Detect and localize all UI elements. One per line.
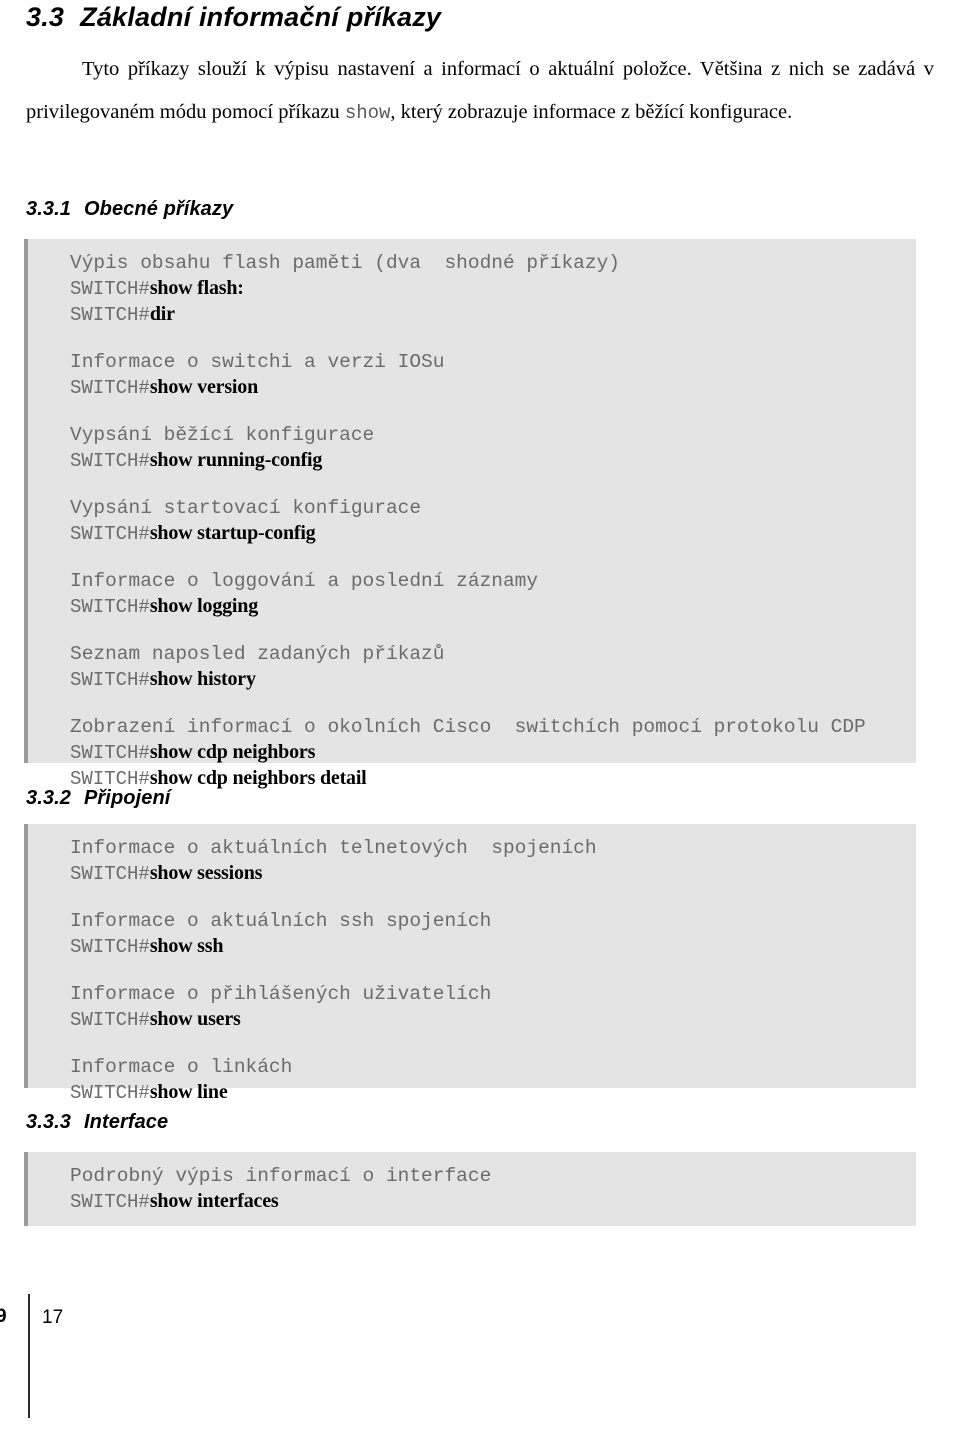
page-title-text: Základní informační příkazy	[80, 2, 442, 32]
command-line: SWITCH#show logging	[70, 594, 916, 620]
command-text: show ssh	[149, 935, 224, 957]
command-prompt: SWITCH#	[70, 669, 150, 691]
section-number-332: 3.3.2	[26, 787, 71, 809]
command-text: dir	[149, 303, 175, 325]
command-group: Seznam naposled zadaných příkazů SWITCH#…	[70, 642, 916, 693]
command-line: SWITCH#show ssh	[70, 934, 916, 960]
command-group: Informace o loggování a poslední záznamy…	[70, 569, 916, 620]
command-comment: Vypsání startovací konfigurace	[70, 497, 422, 519]
command-line: SWITCH#show interfaces	[70, 1189, 916, 1215]
command-prompt: SWITCH#	[70, 377, 150, 399]
command-group: Informace o aktuálních ssh spojeních SWI…	[70, 909, 916, 960]
command-text: show cdp neighbors	[149, 741, 316, 763]
command-text: show cdp neighbors detail	[149, 767, 367, 789]
command-prompt: SWITCH#	[70, 450, 150, 472]
command-group: Vypsání startovací konfigurace SWITCH#sh…	[70, 496, 916, 547]
code-block-connections: Informace o aktuálních telnetových spoje…	[24, 824, 916, 1104]
command-line: SWITCH#show startup-config	[70, 521, 916, 547]
footer-page-number: 17	[42, 1307, 64, 1328]
command-text: show users	[149, 1008, 241, 1030]
command-comment: Seznam naposled zadaných příkazů	[70, 643, 445, 665]
section-title-331: Obecné příkazy	[83, 198, 234, 220]
footer-divider	[28, 1294, 30, 1418]
code-block-interface: Podrobný výpis informací o interface SWI…	[24, 1152, 916, 1226]
command-group: Výpis obsahu flash paměti (dva shodné př…	[70, 251, 916, 328]
section-heading-332: 3.3.2 Připojení	[26, 787, 170, 810]
command-comment: Vypsání běžící konfigurace	[70, 424, 375, 446]
command-prompt: SWITCH#	[70, 1082, 150, 1104]
command-line: SWITCH#show flash:	[70, 276, 916, 302]
command-comment: Zobrazení informací o okolních Cisco swi…	[70, 716, 866, 738]
command-text: show history	[149, 668, 256, 690]
section-number-333: 3.3.3	[26, 1111, 71, 1133]
page-title-number: 3.3	[26, 2, 65, 32]
command-comment: Informace o loggování a poslední záznamy	[70, 570, 539, 592]
command-text: show interfaces	[149, 1190, 279, 1212]
section-number-331: 3.3.1	[26, 198, 71, 220]
command-group: Vypsání běžící konfigurace SWITCH#show r…	[70, 423, 916, 474]
command-text: show version	[149, 376, 258, 398]
command-line: SWITCH#show cdp neighbors	[70, 740, 916, 766]
section-title-333: Interface	[83, 1111, 169, 1133]
code-block-general-commands: Výpis obsahu flash paměti (dva shodné př…	[24, 239, 916, 790]
command-line: SWITCH#show version	[70, 375, 916, 401]
command-line: SWITCH#show users	[70, 1007, 916, 1033]
command-comment: Informace o aktuálních telnetových spoje…	[70, 837, 597, 859]
command-group: Informace o aktuálních telnetových spoje…	[70, 836, 916, 887]
command-text: show running-config	[149, 449, 323, 471]
command-text: show logging	[149, 595, 259, 617]
command-line: SWITCH#show running-config	[70, 448, 916, 474]
command-group: Podrobný výpis informací o interface SWI…	[70, 1164, 916, 1215]
intro-paragraph: Tyto příkazy slouží k výpisu nastavení a…	[26, 48, 934, 135]
command-group: Informace o přihlášených uživatelích SWI…	[70, 982, 916, 1033]
command-prompt: SWITCH#	[70, 278, 150, 300]
intro-mono-command: show	[344, 102, 391, 124]
command-group: Informace o linkách SWITCH#show line	[70, 1055, 916, 1106]
code-block-content: Výpis obsahu flash paměti (dva shodné př…	[28, 239, 916, 802]
command-prompt: SWITCH#	[70, 523, 150, 545]
command-text: show startup-config	[149, 522, 316, 544]
command-comment: Výpis obsahu flash paměti (dva shodné př…	[70, 252, 620, 274]
command-line: SWITCH#show line	[70, 1080, 916, 1106]
command-comment: Informace o aktuálních ssh spojeních	[70, 910, 492, 932]
command-comment: Informace o linkách	[70, 1056, 293, 1078]
section-heading-333: 3.3.3 Interface	[26, 1111, 168, 1134]
command-prompt: SWITCH#	[70, 1191, 150, 1213]
command-prompt: SWITCH#	[70, 596, 150, 618]
code-block-content: Informace o aktuálních telnetových spoje…	[28, 824, 916, 1116]
command-comment: Informace o switchi a verzi IOSu	[70, 351, 445, 373]
command-group: Informace o switchi a verzi IOSu SWITCH#…	[70, 350, 916, 401]
document-page: 3.3 Základní informační příkazy Tyto přík…	[0, 0, 960, 1436]
command-comment: Informace o přihlášených uživatelích	[70, 983, 492, 1005]
footer-left-number: 9	[0, 1306, 7, 1327]
command-comment: Podrobný výpis informací o interface	[70, 1165, 492, 1187]
command-prompt: SWITCH#	[70, 1009, 150, 1031]
command-text: show sessions	[149, 862, 263, 884]
command-text: show line	[149, 1081, 228, 1103]
command-line: SWITCH#show sessions	[70, 861, 916, 887]
command-prompt: SWITCH#	[70, 304, 150, 326]
command-prompt: SWITCH#	[70, 863, 150, 885]
command-group: Zobrazení informací o okolních Cisco swi…	[70, 715, 916, 792]
section-title-332: Připojení	[83, 787, 171, 809]
command-prompt: SWITCH#	[70, 742, 150, 764]
command-prompt: SWITCH#	[70, 936, 150, 958]
intro-part2: , který zobrazuje informace z běžící kon…	[390, 101, 793, 123]
page-title: 3.3 Základní informační příkazy	[26, 2, 441, 33]
command-line: SWITCH#show cdp neighbors detail	[70, 766, 916, 792]
section-heading-331: 3.3.1 Obecné příkazy	[26, 198, 233, 221]
code-block-content: Podrobný výpis informací o interface SWI…	[28, 1152, 916, 1225]
command-line: SWITCH#show history	[70, 667, 916, 693]
command-text: show flash:	[149, 277, 244, 299]
command-line: SWITCH#dir	[70, 302, 916, 328]
